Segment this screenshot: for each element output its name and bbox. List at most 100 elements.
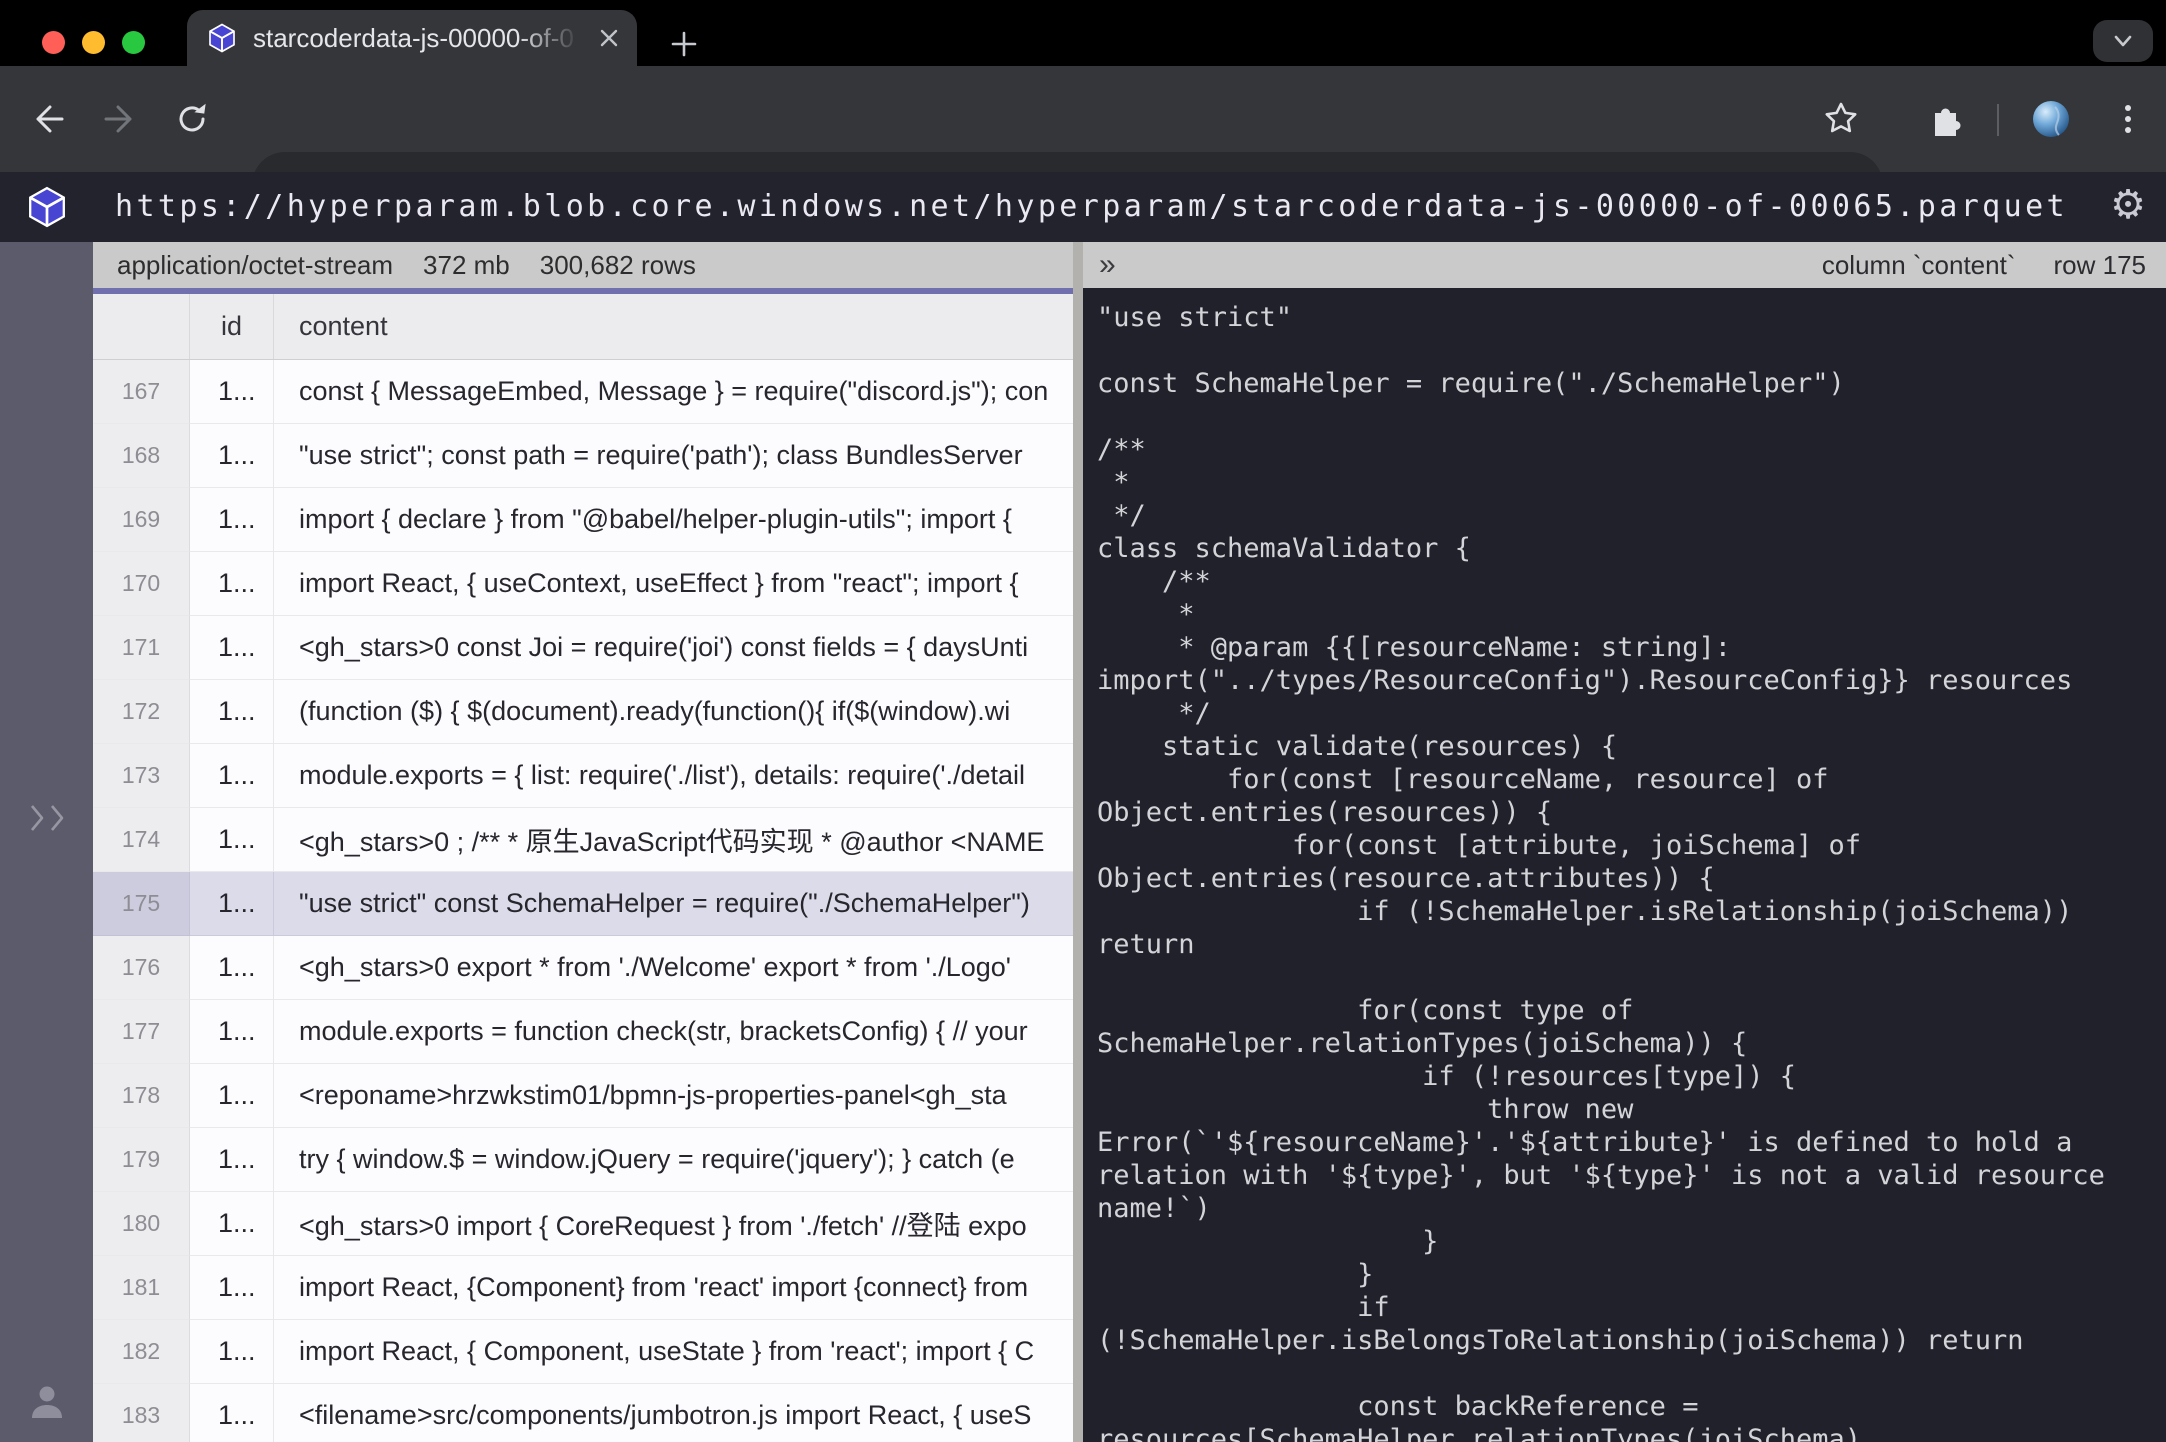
hyperparam-logo-icon[interactable]	[26, 186, 68, 228]
table-row[interactable]: 1821...import React, { Component, useSta…	[93, 1320, 1073, 1384]
cell-content[interactable]: import React, { Component, useState } fr…	[274, 1320, 1073, 1384]
cell-content[interactable]: import { declare } from "@babel/helper-p…	[274, 488, 1073, 552]
header-id-column[interactable]: id	[190, 294, 274, 359]
table-row[interactable]: 1801...<gh_stars>0 import { CoreRequest …	[93, 1192, 1073, 1256]
cell-id[interactable]: 1...	[190, 808, 274, 872]
profile-avatar[interactable]	[2031, 99, 2071, 139]
app-header: https://hyperparam.blob.core.windows.net…	[0, 172, 2166, 242]
table-header: id content	[93, 294, 1073, 360]
header-row-number	[93, 294, 190, 359]
table-row[interactable]: 1731...module.exports = { list: require(…	[93, 744, 1073, 808]
cell-id[interactable]: 1...	[190, 1384, 274, 1442]
cell-id[interactable]: 1...	[190, 1256, 274, 1320]
cell-detail-view[interactable]: "use strict" const SchemaHelper = requir…	[1083, 288, 2166, 1442]
cell-content[interactable]: <gh_stars>0 ; /** * 原生JavaScript代码实现 * @…	[274, 808, 1073, 872]
back-button[interactable]	[28, 99, 68, 139]
tab-search-button[interactable]	[2093, 20, 2153, 62]
file-meta-bar: application/octet-stream 372 mb 300,682 …	[93, 242, 1073, 288]
zoom-window-button[interactable]	[122, 31, 145, 54]
table-body: 1671...const { MessageEmbed, Message } =…	[93, 360, 1073, 1442]
row-number: 175	[93, 872, 190, 936]
bookmark-star-icon[interactable]	[1822, 99, 1860, 137]
user-profile-icon[interactable]	[28, 1382, 66, 1420]
table-row[interactable]: 1791...try { window.$ = window.jQuery = …	[93, 1128, 1073, 1192]
row-number: 182	[93, 1320, 190, 1384]
panel-divider[interactable]	[1073, 242, 1083, 1442]
tab-close-icon[interactable]	[597, 26, 621, 50]
cell-id[interactable]: 1...	[190, 616, 274, 680]
table-row[interactable]: 1721...(function ($) { $(document).ready…	[93, 680, 1073, 744]
table-row[interactable]: 1751..."use strict" const SchemaHelper =…	[93, 872, 1073, 936]
row-number: 167	[93, 360, 190, 424]
cell-id[interactable]: 1...	[190, 680, 274, 744]
close-window-button[interactable]	[42, 31, 65, 54]
reload-button[interactable]	[172, 99, 212, 139]
cell-content[interactable]: (function ($) { $(document).ready(functi…	[274, 680, 1073, 744]
table-row[interactable]: 1681..."use strict"; const path = requir…	[93, 424, 1073, 488]
cell-id[interactable]: 1...	[190, 1192, 274, 1256]
row-number: 174	[93, 808, 190, 872]
cell-content[interactable]: module.exports = { list: require('./list…	[274, 744, 1073, 808]
forward-button[interactable]	[100, 99, 140, 139]
cell-id[interactable]: 1...	[190, 360, 274, 424]
collapse-panel-icon[interactable]: »	[1099, 242, 1116, 288]
row-number: 172	[93, 680, 190, 744]
cell-id[interactable]: 1...	[190, 488, 274, 552]
cell-content[interactable]: <filename>src/components/jumbotron.js im…	[274, 1384, 1073, 1442]
cell-content[interactable]: import React, { useContext, useEffect } …	[274, 552, 1073, 616]
cell-id[interactable]: 1...	[190, 552, 274, 616]
cell-id[interactable]: 1...	[190, 424, 274, 488]
cell-content[interactable]: <gh_stars>0 import { CoreRequest } from …	[274, 1192, 1073, 1256]
sidebar	[0, 242, 93, 1442]
settings-gear-icon[interactable]: ⚙	[2110, 172, 2146, 242]
table-row[interactable]: 1741...<gh_stars>0 ; /** * 原生JavaScript代…	[93, 808, 1073, 872]
extensions-icon[interactable]	[1925, 99, 1965, 139]
cell-content[interactable]: <gh_stars>0 export * from './Welcome' ex…	[274, 936, 1073, 1000]
table-row[interactable]: 1691...import { declare } from "@babel/h…	[93, 488, 1073, 552]
row-number: 169	[93, 488, 190, 552]
cell-content[interactable]: <gh_stars>0 const Joi = require('joi') c…	[274, 616, 1073, 680]
table-row[interactable]: 1711...<gh_stars>0 const Joi = require('…	[93, 616, 1073, 680]
table-row[interactable]: 1701...import React, { useContext, useEf…	[93, 552, 1073, 616]
cell-content[interactable]: const { MessageEmbed, Message } = requir…	[274, 360, 1073, 424]
cell-content[interactable]: "use strict" const SchemaHelper = requir…	[274, 872, 1073, 936]
new-tab-button[interactable]	[668, 28, 700, 60]
cell-id[interactable]: 1...	[190, 872, 274, 936]
row-number: 180	[93, 1192, 190, 1256]
row-number: 173	[93, 744, 190, 808]
tab-strip: starcoderdata-js-00000-of-0	[0, 0, 2166, 66]
browser-menu-icon[interactable]	[2108, 99, 2148, 139]
table-row[interactable]: 1811...import React, {Component} from 'r…	[93, 1256, 1073, 1320]
tab-title: starcoderdata-js-00000-of-0	[253, 23, 591, 54]
row-number: 181	[93, 1256, 190, 1320]
cell-id[interactable]: 1...	[190, 936, 274, 1000]
cell-content[interactable]: module.exports = function check(str, bra…	[274, 1000, 1073, 1064]
cell-content[interactable]: import React, {Component} from 'react' i…	[274, 1256, 1073, 1320]
cell-id[interactable]: 1...	[190, 1320, 274, 1384]
row-number: 171	[93, 616, 190, 680]
detail-panel: » column `content` row 175 "use strict" …	[1083, 242, 2166, 1442]
cell-content[interactable]: try { window.$ = window.jQuery = require…	[274, 1128, 1073, 1192]
cell-id[interactable]: 1...	[190, 1000, 274, 1064]
row-number: 170	[93, 552, 190, 616]
cell-id[interactable]: 1...	[190, 744, 274, 808]
expand-sidebar-icon[interactable]	[26, 798, 70, 838]
header-content-column[interactable]: content	[274, 294, 1073, 359]
browser-tab[interactable]: starcoderdata-js-00000-of-0	[187, 10, 637, 66]
file-size: 372 mb	[423, 250, 510, 281]
cell-content[interactable]: "use strict"; const path = require('path…	[274, 424, 1073, 488]
table-row[interactable]: 1761...<gh_stars>0 export * from './Welc…	[93, 936, 1073, 1000]
table-row[interactable]: 1671...const { MessageEmbed, Message } =…	[93, 360, 1073, 424]
cell-id[interactable]: 1...	[190, 1128, 274, 1192]
row-number: 168	[93, 424, 190, 488]
favicon-cube-icon	[207, 23, 237, 53]
cell-id[interactable]: 1...	[190, 1064, 274, 1128]
table-row[interactable]: 1781...<reponame>hrzwkstim01/bpmn-js-pro…	[93, 1064, 1073, 1128]
minimize-window-button[interactable]	[82, 31, 105, 54]
file-url-text[interactable]: https://hyperparam.blob.core.windows.net…	[115, 172, 2068, 242]
workspace: application/octet-stream 372 mb 300,682 …	[0, 242, 2166, 1442]
window-controls	[42, 31, 145, 54]
table-row[interactable]: 1771...module.exports = function check(s…	[93, 1000, 1073, 1064]
cell-content[interactable]: <reponame>hrzwkstim01/bpmn-js-properties…	[274, 1064, 1073, 1128]
table-row[interactable]: 1831...<filename>src/components/jumbotro…	[93, 1384, 1073, 1442]
